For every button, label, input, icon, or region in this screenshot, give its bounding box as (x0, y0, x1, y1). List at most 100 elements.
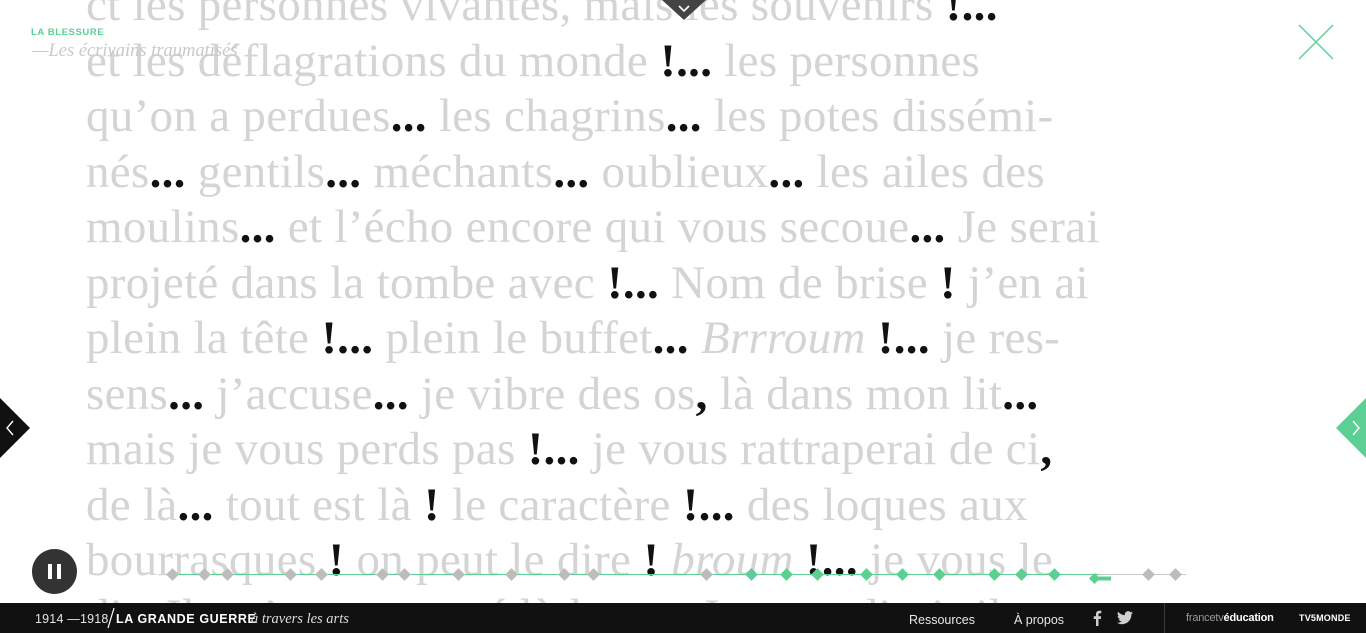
timeline-marker[interactable] (451, 568, 465, 581)
text-segment: les personnes (712, 34, 981, 87)
timeline-marker[interactable] (587, 568, 601, 581)
footer: 1914 —1918 LA GRANDE GUERRE à travers le… (0, 603, 1366, 633)
text-segment: le caractère (439, 478, 683, 531)
text-segment: Brrroum (700, 312, 866, 364)
timeline-marker[interactable] (780, 568, 794, 581)
timeline-marker[interactable] (315, 568, 328, 581)
text-line: moulins... et l’écho encore qui vous sec… (86, 200, 1272, 256)
top-panel-toggle[interactable] (662, 0, 706, 20)
timeline-marker[interactable] (1168, 568, 1182, 581)
chevron-left-icon (0, 398, 30, 458)
punctuation-mark: ... (168, 367, 205, 420)
text-segment: gentils (185, 145, 326, 198)
footer-link-about[interactable]: À propos (1014, 613, 1064, 627)
text-segment: plein le buffet (373, 312, 653, 364)
text-segment: je vibre des os (408, 367, 696, 420)
text-segment: projeté dans la tombe avec (86, 256, 607, 309)
text-segment: je res- (929, 312, 1061, 364)
timeline-marker[interactable] (166, 568, 179, 581)
chevron-right-icon (1336, 398, 1366, 458)
punctuation-mark: ... (325, 145, 362, 198)
text-segment (689, 312, 701, 364)
timeline-marker[interactable] (1014, 568, 1028, 581)
punctuation-mark: ! (940, 256, 956, 309)
text-segment: qu’on a perdues (86, 90, 391, 142)
text-segment: j’en ai (955, 256, 1089, 309)
text-segment: méchants (361, 145, 554, 198)
punctuation-mark: !... (527, 423, 580, 475)
footer-brand[interactable]: LA GRANDE GUERRE (116, 612, 256, 626)
text-segment: les ailes des (804, 145, 1046, 198)
timeline-marker[interactable] (221, 568, 235, 581)
francetv-education-logo[interactable]: francetvéducation (1186, 612, 1274, 624)
punctuation-mark: ... (390, 90, 427, 142)
timeline[interactable] (160, 566, 1200, 584)
text-line: de là... tout est là ! le caractère !...… (86, 478, 1272, 534)
timeline-marker[interactable] (699, 568, 713, 581)
tv5monde-logo[interactable]: TV5MONDE (1299, 613, 1351, 623)
text-line: qu’on a perdues... les chagrins... les p… (86, 89, 1272, 145)
text-segment: les chagrins (426, 90, 666, 142)
text-segment: nés (86, 145, 150, 198)
punctuation-mark: !... (682, 478, 735, 531)
punctuation-mark: !... (877, 312, 930, 364)
text-segment: des loques aux (734, 478, 1028, 531)
text-segment: plein la tête (86, 312, 322, 364)
punctuation-mark: ... (768, 145, 805, 198)
timeline-marker[interactable] (859, 568, 873, 581)
text-line: sens... j’accuse... je vibre des os, là … (86, 367, 1272, 423)
timeline-marker[interactable] (376, 568, 390, 581)
close-icon (1298, 24, 1334, 60)
timeline-marker[interactable] (896, 568, 910, 581)
twitter-icon[interactable] (1117, 611, 1133, 625)
timeline-marker[interactable] (284, 568, 298, 581)
text-segment: je vous rattraperai de ci (579, 423, 1041, 475)
text-segment (866, 312, 878, 364)
timeline-marker[interactable] (397, 568, 411, 581)
text-segment: de là (86, 478, 178, 531)
punctuation-mark: ... (665, 90, 702, 142)
timeline-marker[interactable] (504, 568, 518, 581)
footer-link-resources[interactable]: Ressources (909, 613, 975, 627)
timeline-marker[interactable] (988, 568, 1002, 581)
slash-divider (107, 607, 115, 629)
pause-button[interactable] (32, 549, 77, 594)
text-segment: Je serai (945, 201, 1100, 253)
punctuation-mark: , (695, 367, 708, 420)
chapter-tag: LA BLESSURE (31, 27, 105, 38)
timeline-marker[interactable] (745, 568, 759, 581)
page-text: ct les personnes vivantes, mais les souv… (86, 0, 1272, 633)
footer-brand-tail: à travers les arts (251, 611, 349, 627)
punctuation-mark: ... (149, 145, 186, 198)
text-segment: sens (86, 367, 169, 420)
text-segment: là dans mon lit (707, 367, 1003, 420)
punctuation-mark: ... (239, 201, 276, 253)
chapter-heading: LA BLESSURE —Les écrivains traumatisés (31, 27, 238, 62)
text-segment: Nom de brise (659, 256, 941, 309)
facebook-icon[interactable] (1092, 610, 1102, 626)
timeline-progress (166, 574, 1100, 575)
previous-button[interactable] (0, 398, 30, 458)
text-line: plein la tête !... plein le buffet... Br… (86, 311, 1272, 367)
timeline-marker[interactable] (557, 568, 571, 581)
timeline-marker[interactable] (197, 568, 211, 581)
next-button[interactable] (1336, 398, 1366, 458)
timeline-marker[interactable] (933, 568, 947, 581)
text-segment: et l’écho encore qui vous secoue (275, 201, 910, 253)
text-segment: mais je vous perds pas (86, 423, 528, 475)
punctuation-mark: , (1040, 423, 1053, 475)
text-line: nés... gentils... méchants... oublieux..… (86, 145, 1272, 201)
timeline-marker[interactable] (1048, 568, 1062, 581)
text-segment: j’accuse (204, 367, 373, 420)
punctuation-mark: ... (177, 478, 214, 531)
text-segment: oublieux (589, 145, 769, 198)
chevron-down-icon (662, 0, 706, 20)
timeline-marker[interactable] (810, 568, 824, 581)
close-button[interactable] (1298, 24, 1334, 60)
timeline-marker[interactable] (1142, 568, 1156, 581)
text-segment: tout est là (213, 478, 424, 531)
punctuation-mark: ! (423, 478, 440, 531)
punctuation-mark: !... (660, 34, 713, 87)
timeline-current-marker[interactable] (1089, 569, 1113, 584)
text-line: mais je vous perds pas !... je vous ratt… (86, 422, 1272, 478)
